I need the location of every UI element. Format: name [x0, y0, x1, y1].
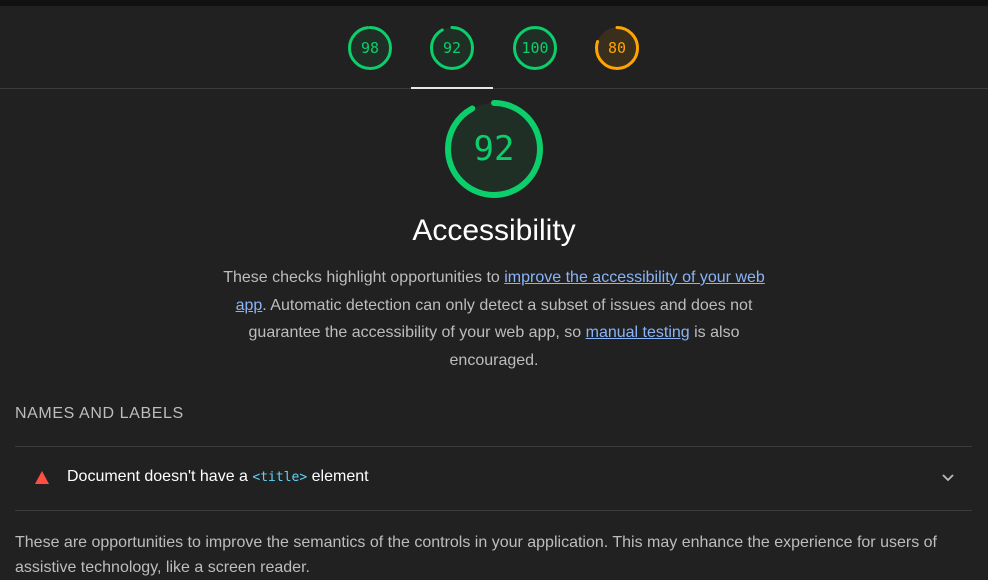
chevron-down-icon[interactable]	[940, 469, 956, 485]
gauge-tab-seo[interactable]: 80	[576, 6, 658, 89]
category-description: These checks highlight opportunities to …	[214, 264, 774, 375]
score-gauge: 100	[512, 25, 558, 71]
description-text: These checks highlight opportunities to	[223, 269, 505, 286]
audit-title: Document doesn't have a <title> element	[67, 468, 369, 486]
manual-testing-link[interactable]: manual testing	[586, 324, 690, 341]
divider	[15, 510, 972, 511]
gauge-score: 80	[607, 38, 627, 57]
score-gauge: 98	[347, 25, 393, 71]
audit-title-text: Document doesn't have a	[67, 468, 253, 485]
category-score-gauge: 92	[443, 98, 545, 200]
gauge-tab-accessibility[interactable]: 92	[411, 6, 493, 89]
gauge-score: 98	[360, 38, 380, 57]
audit-title-text: element	[307, 468, 369, 485]
gauge-score: 92	[442, 38, 462, 57]
audit-title-code: <title>	[252, 470, 308, 485]
score-gauge: 92	[429, 25, 475, 71]
fail-triangle-icon	[35, 471, 49, 484]
category-title: Accessibility	[412, 214, 576, 247]
gauge-tab-best-practices[interactable]: 100	[494, 6, 576, 89]
audit-document-title[interactable]: Document doesn't have a <title> element	[15, 447, 972, 509]
score-gauge: 80	[594, 25, 640, 71]
gauge-tab-performance[interactable]: 98	[329, 6, 411, 89]
category-score: 92	[473, 129, 515, 169]
score-gauge-nav: 98 92 100 80	[0, 6, 988, 89]
group-title: NAMES AND LABELS	[15, 405, 184, 422]
group-description: These are opportunities to improve the s…	[15, 534, 937, 576]
gauge-score: 100	[521, 38, 549, 57]
